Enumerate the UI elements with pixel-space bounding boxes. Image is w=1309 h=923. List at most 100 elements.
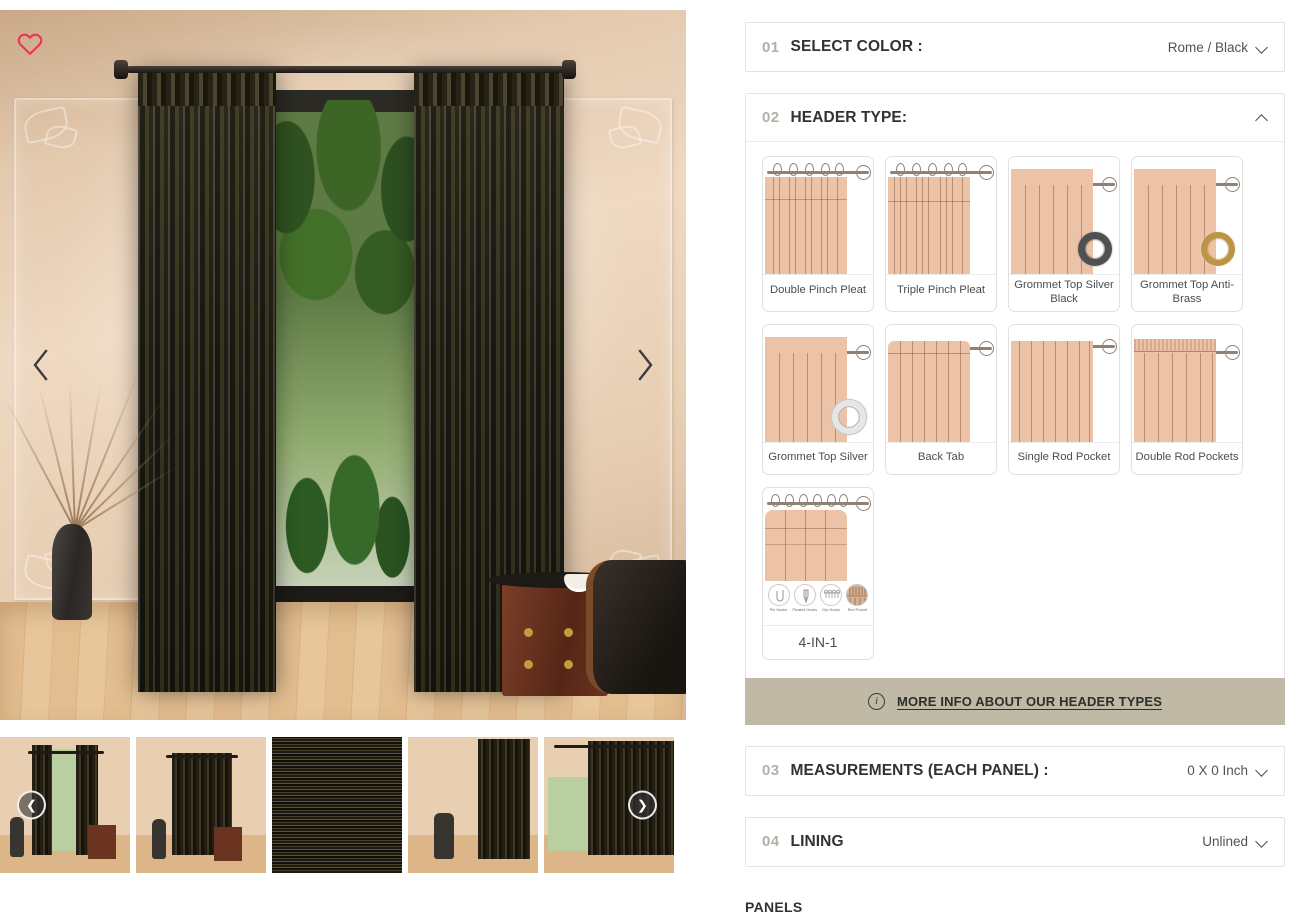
chevron-down-icon[interactable] [1257, 765, 1268, 776]
molding-ornament [20, 104, 82, 156]
section-measurements: 03 MEASUREMENTS (EACH PANEL) : 0 X 0 Inc… [745, 745, 1285, 796]
pin-hook-item: Pin Hooks [766, 583, 791, 612]
rod-pocket-icon [846, 583, 869, 606]
rod-pocket-item: Rod Pocket [845, 583, 870, 612]
window-foliage [272, 100, 418, 397]
header-type-option-grommet-top-silver[interactable]: Grommet Top Silver [762, 323, 874, 475]
decor-branches [3, 280, 252, 531]
header-type-option-double-rod-pockets[interactable]: Double Rod Pockets [1131, 323, 1243, 475]
option-label: Grommet Top Anti-Brass [1132, 274, 1242, 311]
hero-prev-button[interactable] [18, 342, 64, 388]
panels-label: PANELS [745, 899, 803, 915]
four-in-one-hook-icons: Pin Hooks Pleated Hooks Clip Hooks Rod P… [766, 583, 870, 622]
select-color-header[interactable]: 01 SELECT COLOR : Rome / Black [746, 23, 1284, 71]
hook-label: Rod Pocket [847, 607, 868, 612]
single-rod-pocket-icon [1009, 324, 1119, 442]
thumbnail-2[interactable] [272, 737, 402, 873]
hero-next-button[interactable] [622, 342, 668, 388]
option-label: Grommet Top Silver Black [1009, 274, 1119, 311]
clip-hook-item: Clip Hooks [819, 583, 844, 612]
header-type-option-4-in-1[interactable]: Pin Hooks Pleated Hooks Clip Hooks Rod P… [762, 486, 874, 660]
info-icon: i [867, 692, 885, 710]
option-label: 4-IN-1 [763, 624, 873, 659]
more-info-link[interactable]: MORE INFO ABOUT OUR HEADER TYPES [897, 694, 1162, 709]
hook-label: Pleated Hooks [792, 607, 818, 612]
section-title: SELECT COLOR : [790, 38, 923, 55]
header-type-option-grommet-top-silver-black[interactable]: Grommet Top Silver Black [1008, 156, 1120, 312]
header-type-option-triple-pinch-pleat[interactable]: Triple Pinch Pleat [885, 156, 997, 312]
pin-hook-icon [767, 583, 790, 606]
lining-value: Unlined [1202, 834, 1248, 850]
section-lining: 04 LINING Unlined [745, 816, 1285, 867]
chevron-up-icon[interactable] [1257, 112, 1268, 123]
table-knob [564, 660, 573, 669]
lining-header[interactable]: 04 LINING Unlined [746, 818, 1284, 866]
header-type-option-grommet-top-anti-brass[interactable]: Grommet Top Anti-Brass [1131, 156, 1243, 312]
double-pinch-pleat-icon [763, 157, 873, 274]
hero-image[interactable] [0, 10, 686, 720]
option-label: Double Rod Pockets [1132, 441, 1242, 474]
chevron-down-icon[interactable] [1257, 42, 1268, 53]
window-sill [272, 586, 418, 602]
measurements-header[interactable]: 03 MEASUREMENTS (EACH PANEL) : 0 X 0 Inc… [746, 747, 1284, 795]
table-knob [524, 628, 533, 637]
section-number: 03 [762, 762, 780, 780]
hero-scene [0, 10, 686, 720]
curtain-heading [138, 72, 276, 106]
thumbnail-0[interactable]: ❮ [0, 737, 130, 873]
double-rod-pockets-icon [1132, 324, 1242, 442]
thumbnail-1[interactable] [136, 737, 266, 873]
section-header-type: 02 HEADER TYPE: Double Pinch Pleat Tripl… [745, 93, 1285, 678]
more-info-header-types-bar[interactable]: i MORE INFO ABOUT OUR HEADER TYPES [745, 677, 1285, 725]
thumbnail-image [136, 737, 266, 873]
hook-label: Pin Hooks [769, 607, 788, 612]
hook-label: Clip Hooks [821, 607, 841, 612]
header-type-option-back-tab[interactable]: Back Tab [885, 323, 997, 475]
section-number: 02 [762, 109, 780, 126]
pleated-hook-item: Pleated Hooks [792, 583, 818, 612]
grommet-ring-silver [832, 399, 866, 434]
decor-vase [52, 524, 92, 620]
section-select-color: 01 SELECT COLOR : Rome / Black [745, 22, 1285, 72]
thumbnail-4[interactable]: ❯ [544, 737, 674, 873]
header-type-option-single-rod-pocket[interactable]: Single Rod Pocket [1008, 323, 1120, 475]
header-type-header[interactable]: 02 HEADER TYPE: [746, 94, 1284, 142]
header-type-option-double-pinch-pleat[interactable]: Double Pinch Pleat [762, 156, 874, 312]
section-title: MEASUREMENTS (EACH PANEL) : [790, 761, 1049, 779]
grommet-ring-brass [1201, 232, 1235, 266]
header-type-grid: Double Pinch Pleat Triple Pinch Pleat Gr… [762, 156, 1268, 660]
section-value-group: Unlined [1202, 834, 1268, 849]
section-value-group [1257, 112, 1268, 123]
triple-pinch-pleat-icon [886, 157, 996, 274]
thumbnail-3[interactable] [408, 737, 538, 873]
table-knob [564, 628, 573, 637]
section-value-group: Rome / Black [1168, 40, 1268, 55]
thumbnail-prev-button[interactable]: ❮ [17, 790, 46, 820]
thumbnail-strip: ❮ ❯ [0, 737, 686, 873]
option-label: Grommet Top Silver [763, 441, 873, 474]
window [272, 90, 418, 602]
grommet-top-silver-black-icon [1009, 157, 1119, 274]
back-tab-icon [886, 324, 996, 442]
thumbnail-image [408, 737, 538, 873]
option-label: Double Pinch Pleat [763, 274, 873, 306]
section-title: HEADER TYPE: [790, 108, 908, 126]
thumbnail-next-button[interactable]: ❯ [628, 790, 657, 820]
grommet-ring-black [1078, 232, 1112, 266]
option-label: Triple Pinch Pleat [886, 274, 996, 306]
option-label: Single Rod Pocket [1009, 441, 1119, 474]
product-options: 01 SELECT COLOR : Rome / Black 02 HEADER… [745, 22, 1285, 888]
wishlist-heart-icon[interactable] [16, 30, 44, 58]
option-label: Back Tab [886, 441, 996, 474]
measurements-value: 0 X 0 Inch [1187, 763, 1248, 779]
chevron-down-icon[interactable] [1257, 836, 1268, 847]
clip-hook-icon [820, 583, 843, 606]
section-title: LINING [790, 832, 844, 850]
curtain-rod [114, 60, 576, 79]
select-color-value: Rome / Black [1167, 39, 1248, 55]
armchair [586, 560, 686, 694]
header-type-body: Double Pinch Pleat Triple Pinch Pleat Gr… [746, 142, 1284, 678]
pleated-hook-icon [793, 583, 816, 606]
table-knob [524, 660, 533, 669]
product-gallery: ❮ ❯ [0, 10, 686, 873]
